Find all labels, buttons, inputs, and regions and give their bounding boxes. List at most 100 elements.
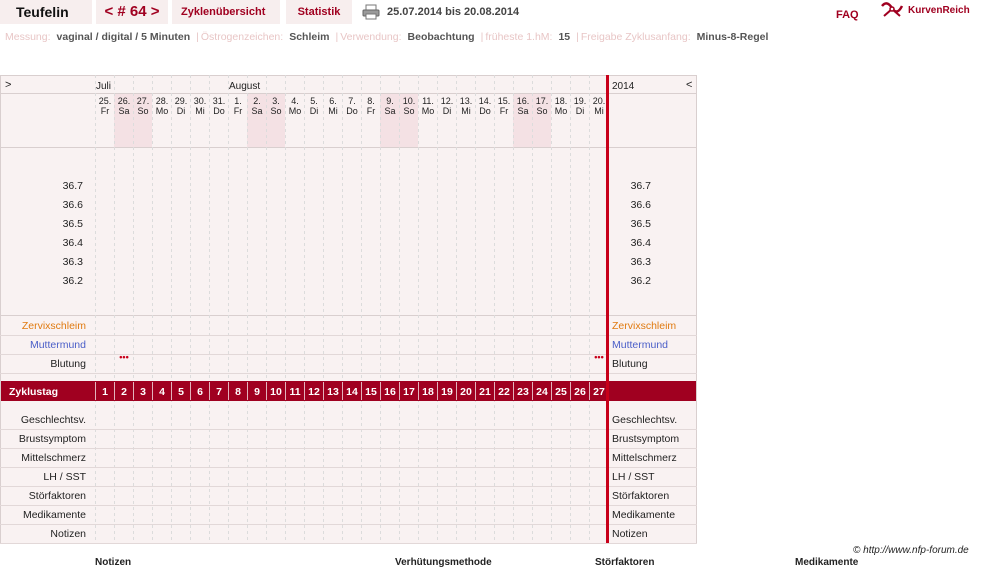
cycle-day-number: 17	[403, 386, 415, 398]
day-weekday: Mo	[422, 106, 435, 116]
tab-statistics[interactable]: Statistik	[286, 0, 352, 24]
day-date: 11.	[422, 96, 434, 106]
day-weekday: Di	[576, 106, 585, 116]
copyright: © http://www.nfp-forum.de	[853, 545, 969, 556]
bleeding-mark: •••	[594, 352, 603, 362]
obs-row-label: Muttermund	[30, 339, 86, 351]
day-weekday: Mi	[328, 106, 338, 116]
cycle-navigator[interactable]: < # 64 >	[96, 0, 168, 24]
day-date: 18.	[555, 96, 568, 106]
cycle-day-number: 23	[517, 386, 529, 398]
obs-row-label: Blutung	[50, 358, 86, 370]
curve-logo-icon	[881, 2, 904, 17]
temp-tick-right: 36.5	[631, 218, 652, 230]
day-weekday: Sa	[384, 106, 395, 116]
cycle-chart: > <Juli August 201425.Fr26.Sa27.So28.Mo29.D…	[0, 75, 697, 544]
extra-row-label: Medikamente	[23, 509, 86, 521]
day-weekday: Di	[177, 106, 186, 116]
day-date: 13.	[460, 96, 473, 106]
user-name: Teufelin	[0, 0, 92, 24]
day-weekday: Mi	[461, 106, 471, 116]
day-date: 8.	[367, 96, 375, 106]
scroll-right-button[interactable]: <	[686, 79, 692, 91]
day-weekday: Mo	[156, 106, 169, 116]
day-date: 19.	[574, 96, 587, 106]
cycle-day-number: 10	[270, 386, 282, 398]
today-line	[606, 75, 609, 543]
cycle-day-number: 26	[574, 386, 586, 398]
cycle-day-number: 1	[102, 386, 108, 398]
info-separator: |	[480, 31, 484, 43]
extra-row-label: Mittelschmerz	[21, 452, 86, 464]
temp-tick-right: 36.4	[631, 237, 652, 249]
temp-tick-right: 36.6	[631, 199, 652, 211]
month-label: August	[229, 81, 260, 92]
cycle-day-number: 21	[479, 386, 491, 398]
day-weekday: Do	[213, 106, 225, 116]
extra-row-label-right: Geschlechtsv.	[612, 414, 677, 426]
day-weekday: Mo	[289, 106, 302, 116]
extra-row-label-right: Mittelschmerz	[612, 452, 677, 464]
printer-icon[interactable]	[362, 4, 380, 20]
bottom-sections: Notizen Verhütungsmethode Störfaktoren Medi…	[0, 557, 981, 568]
brand-name: KurvenReich	[908, 5, 970, 16]
brand-logo[interactable]: KurvenReich	[880, 0, 970, 24]
temp-tick-right: 36.2	[631, 275, 652, 287]
extra-row-label-right: Störfaktoren	[612, 490, 669, 502]
month-label: Juli	[96, 81, 111, 92]
day-weekday: Sa	[517, 106, 528, 116]
top-bar: Teufelin < # 64 > Zyklenübersicht Statis…	[0, 0, 981, 26]
cycle-day-number: 6	[197, 386, 203, 398]
day-weekday: Di	[443, 106, 452, 116]
cycle-day-number: 4	[159, 386, 165, 398]
extra-row-label-right: Notizen	[612, 528, 648, 540]
day-date: 16.	[517, 96, 530, 106]
info-value: Schleim	[289, 31, 330, 43]
cycle-day-number: 19	[441, 386, 453, 398]
extra-row-label-right: Medikamente	[612, 509, 675, 521]
day-date: 30.	[194, 96, 207, 106]
extra-row-label: Geschlechtsv.	[21, 414, 86, 426]
cycle-day-number: 18	[422, 386, 434, 398]
faq-link[interactable]: FAQ	[836, 3, 859, 27]
cycle-day-number: 24	[536, 386, 548, 398]
scroll-left-button[interactable]: >	[5, 79, 11, 91]
info-label: Freigabe Zyklusanfang:	[580, 31, 691, 43]
day-date: 7.	[348, 96, 356, 106]
cycle-day-label: Zyklustag	[9, 386, 58, 398]
day-weekday: Do	[346, 106, 358, 116]
extra-row-label: Störfaktoren	[29, 490, 86, 502]
info-label: Östrogenzeichen:	[200, 31, 284, 43]
temp-tick-left: 36.6	[63, 199, 84, 211]
info-label: Verwendung:	[340, 31, 402, 43]
cycle-day-number: 14	[346, 386, 358, 398]
day-weekday: So	[403, 106, 414, 116]
day-date: 28.	[156, 96, 169, 106]
day-weekday: So	[137, 106, 148, 116]
day-date: 5.	[310, 96, 318, 106]
cycle-settings-bar: Messung: vaginal / digital / 5 Minuten | Ös…	[5, 30, 772, 44]
day-weekday: Fr	[234, 106, 243, 116]
day-date: 17.	[536, 96, 549, 106]
day-date: 3.	[272, 96, 280, 106]
year-label: 2014	[612, 81, 635, 92]
cycle-day-number: 15	[365, 386, 377, 398]
info-separator: |	[335, 31, 339, 43]
obs-row-label-right: Muttermund	[612, 339, 668, 351]
temp-tick-left: 36.2	[63, 275, 84, 287]
day-date: 25.	[99, 96, 112, 106]
cycle-day-number: 16	[384, 386, 396, 398]
cycle-day-number: 2	[121, 386, 127, 398]
cycle-day-number: 25	[555, 386, 567, 398]
tab-cycle-overview[interactable]: Zyklenübersicht	[172, 0, 280, 24]
obs-row-label: Zervixschleim	[22, 320, 86, 332]
bleeding-mark: •••	[119, 352, 128, 362]
temp-tick-left: 36.7	[63, 180, 84, 192]
info-value: Minus-8-Regel	[696, 31, 769, 43]
cycle-day-number: 8	[235, 386, 241, 398]
day-weekday: Mi	[594, 106, 604, 116]
day-date: 31.	[213, 96, 226, 106]
day-date: 12.	[441, 96, 454, 106]
day-weekday: Sa	[251, 106, 262, 116]
day-date: 6.	[329, 96, 337, 106]
